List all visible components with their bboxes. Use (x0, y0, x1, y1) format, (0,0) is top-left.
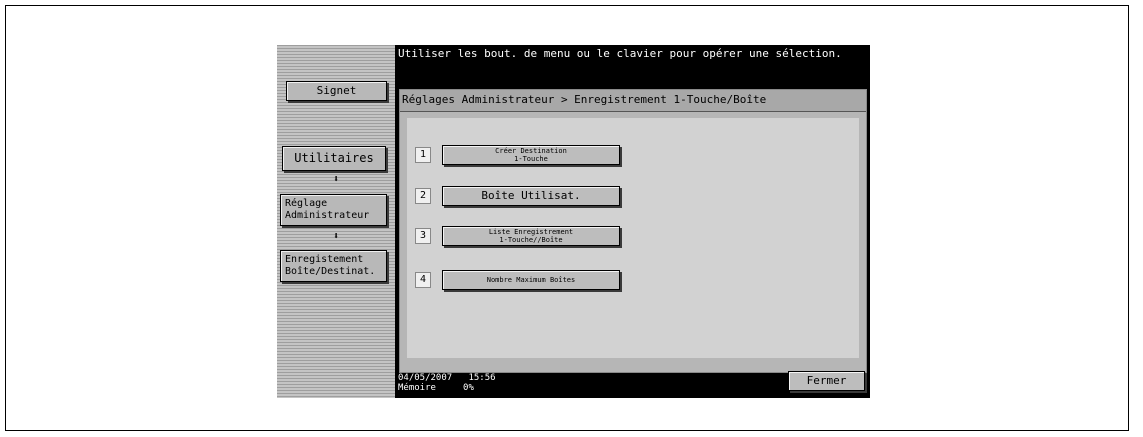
menu-area: 1 Créer Destination 1-Touche 2 Boîte Uti… (407, 118, 859, 358)
content-area: Réglages Administrateur > Enregistrement… (399, 89, 867, 373)
memory-label: Mémoire (398, 383, 436, 393)
menu-number-1: 1 (415, 147, 431, 163)
boite-utilisat-button[interactable]: Boîte Utilisat. (442, 186, 620, 206)
menu-number-2: 2 (415, 188, 431, 204)
main-screen: Utiliser les bout. de menu ou le clavier… (395, 45, 870, 398)
sidebar: Signet Utilitaires ⬇ Réglage Administrat… (277, 45, 395, 398)
device-panel: Signet Utilitaires ⬇ Réglage Administrat… (277, 45, 870, 398)
reglage-administrateur-button[interactable]: Réglage Administrateur (280, 194, 387, 226)
menu-number-4: 4 (415, 272, 431, 288)
status-bar: 04/05/2007 15:56 Mémoire 0% (398, 373, 496, 393)
breadcrumb: Réglages Administrateur > Enregistrement… (400, 90, 866, 112)
liste-enregistrement-button[interactable]: Liste Enregistrement 1-Touche//Boîte (442, 226, 620, 246)
date-text: 04/05/2007 (398, 373, 453, 383)
arrow-down-icon: ⬇ (332, 231, 340, 242)
arrow-down-icon: ⬇ (332, 174, 340, 185)
menu-number-3: 3 (415, 228, 431, 244)
utilitaires-button[interactable]: Utilitaires (282, 146, 386, 171)
nombre-maximum-boites-button[interactable]: Nombre Maximum Boîtes (442, 270, 620, 290)
fermer-button[interactable]: Fermer (788, 371, 865, 391)
memory-value: 0% (463, 383, 474, 393)
creer-destination-button[interactable]: Créer Destination 1-Touche (442, 145, 620, 165)
signet-button[interactable]: Signet (286, 81, 387, 101)
time-text: 15:56 (468, 373, 496, 383)
instruction-text: Utiliser les bout. de menu ou le clavier… (398, 47, 842, 60)
enregistrement-boite-button[interactable]: Enregistement Boîte/Destinat. (280, 250, 387, 282)
